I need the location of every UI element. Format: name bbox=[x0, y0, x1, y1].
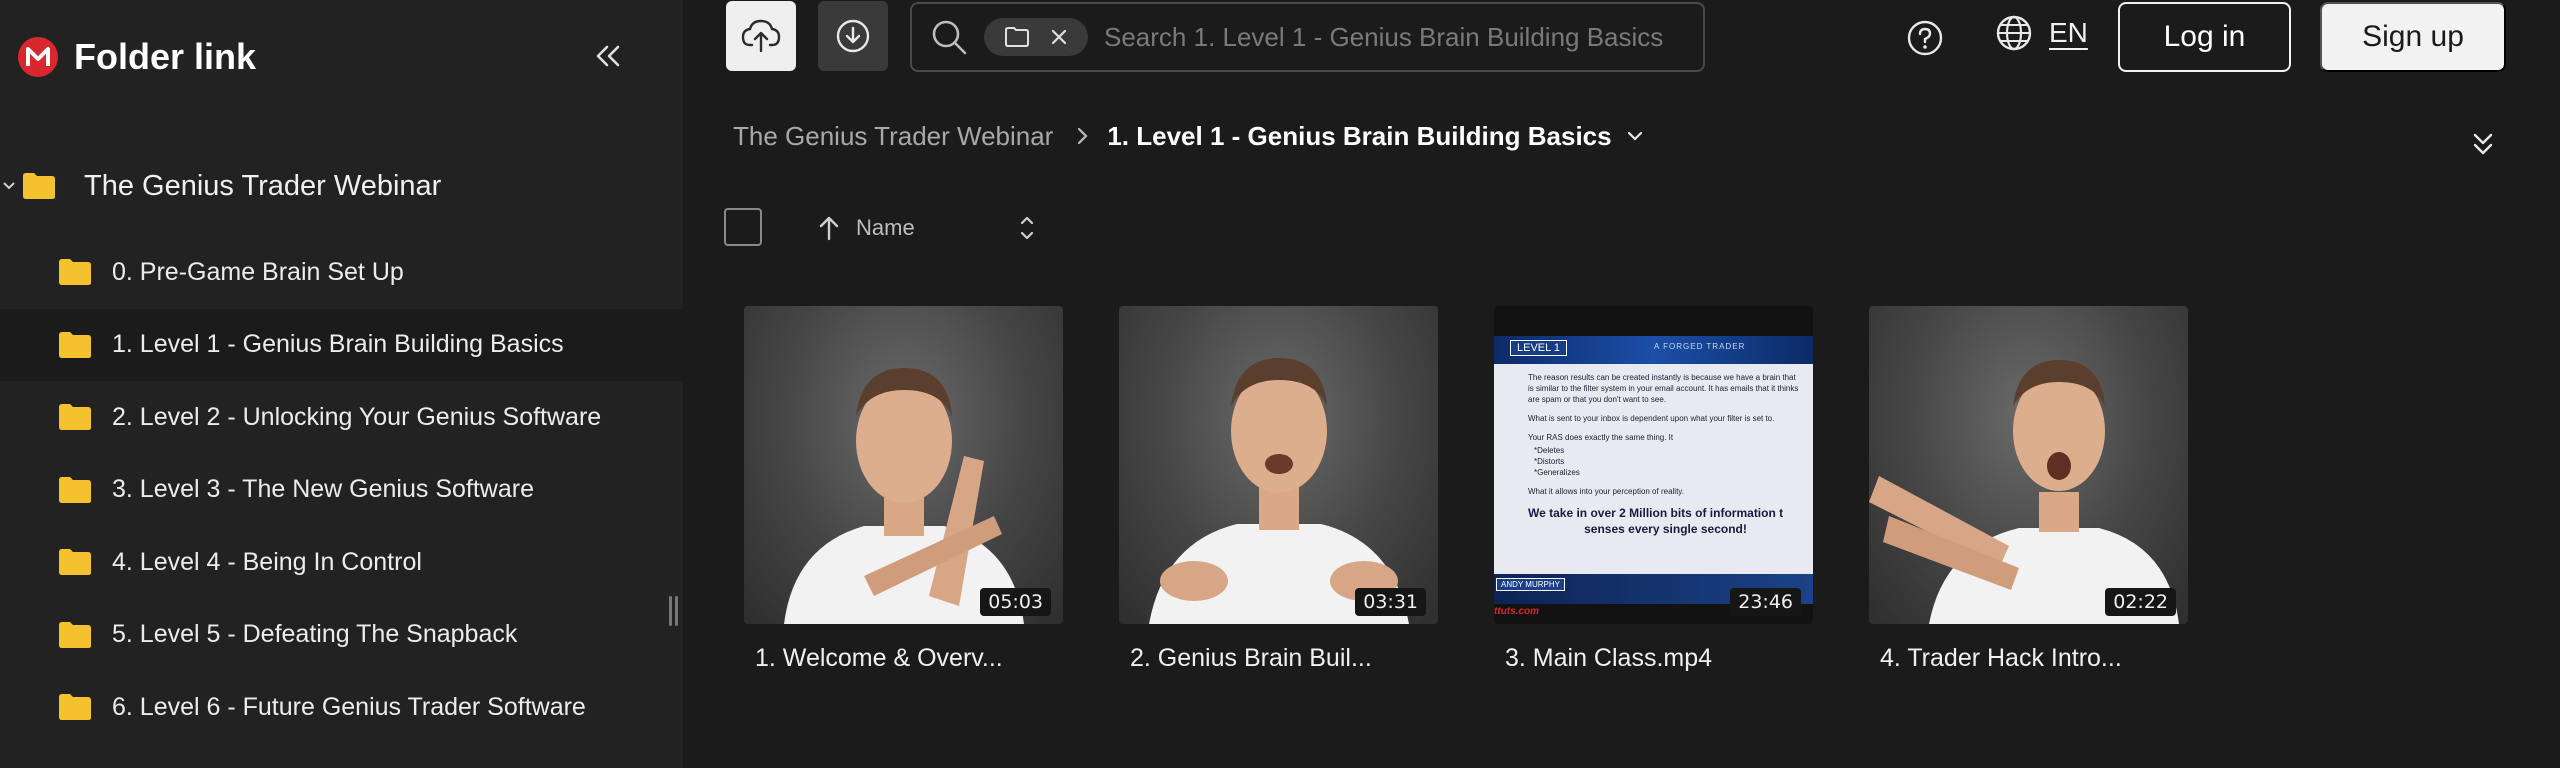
search-icon bbox=[932, 20, 967, 55]
help-icon bbox=[1907, 20, 1943, 56]
file-grid: 05:03 1. Welcome & Overv... 03:31 2. Gen… bbox=[744, 306, 2188, 673]
slide-text: What is sent to your inbox is dependent … bbox=[1528, 414, 1775, 423]
search-box[interactable]: Search 1. Level 1 - Genius Brain Buildin… bbox=[910, 2, 1705, 72]
breadcrumb-current[interactable]: 1. Level 1 - Genius Brain Building Basic… bbox=[1107, 121, 1611, 152]
sidebar-item-5[interactable]: 5. Level 5 - Defeating The Snapback bbox=[0, 599, 683, 672]
file-name: 2. Genius Brain Buil... bbox=[1130, 644, 1372, 672]
folder-icon bbox=[59, 404, 91, 431]
app: Folder link The Genius Trader Webinar 0.… bbox=[0, 0, 2560, 768]
download-button[interactable] bbox=[818, 1, 888, 71]
close-icon[interactable] bbox=[1049, 27, 1069, 47]
slide-brand: A FORGED TRADER bbox=[1654, 342, 1746, 351]
sidebar-item-2[interactable]: 2. Level 2 - Unlocking Your Genius Softw… bbox=[0, 381, 683, 454]
help-button[interactable] bbox=[1905, 18, 1945, 58]
brand-name: Folder link bbox=[74, 36, 257, 77]
video-thumbnail[interactable]: LEVEL 1 A FORGED TRADER The reason resul… bbox=[1494, 306, 1813, 624]
sidebar-item-label: 4. Level 4 - Being In Control bbox=[112, 547, 422, 576]
folder-icon bbox=[59, 621, 91, 648]
upload-button[interactable] bbox=[726, 1, 796, 71]
sidebar-item-label: 1. Level 1 - Genius Brain Building Basic… bbox=[112, 330, 564, 359]
sidebar-item-label: 0. Pre-Game Brain Set Up bbox=[112, 257, 404, 286]
presenter-image bbox=[1149, 358, 1409, 624]
video-thumbnail[interactable]: 05:03 bbox=[744, 306, 1063, 624]
presenter-image bbox=[1869, 360, 2179, 624]
chevron-right-icon bbox=[1077, 126, 1089, 146]
file-card[interactable]: LEVEL 1 A FORGED TRADER The reason resul… bbox=[1494, 306, 1813, 673]
sidebar-item-label: 3. Level 3 - The New Genius Software bbox=[112, 475, 534, 504]
slide-body: The reason results can be created instan… bbox=[1494, 364, 1813, 574]
mega-logo-icon bbox=[18, 37, 58, 77]
file-card[interactable]: 02:22 4. Trader Hack Intro... bbox=[1869, 306, 2188, 673]
signup-button[interactable]: Sign up bbox=[2320, 2, 2506, 72]
video-duration: 03:31 bbox=[1355, 588, 1426, 616]
sort-toggle-icon[interactable] bbox=[1016, 212, 1038, 244]
globe-icon bbox=[1996, 15, 2032, 51]
search-input[interactable]: Search 1. Level 1 - Genius Brain Buildin… bbox=[1104, 22, 1663, 53]
folder-outline-icon bbox=[1004, 27, 1029, 47]
collapse-sidebar-button[interactable] bbox=[588, 36, 628, 76]
slide-highlight: We take in over 2 Million bits of inform… bbox=[1528, 506, 1784, 520]
sort-label: Name bbox=[856, 215, 915, 240]
search-scope-chip[interactable] bbox=[984, 18, 1088, 56]
video-duration: 02:22 bbox=[2105, 588, 2176, 616]
sidebar-item-label: 5. Level 5 - Defeating The Snapback bbox=[112, 620, 518, 649]
slide-presenter: ANDY MURPHY bbox=[1496, 578, 1565, 591]
sidebar-root-folder[interactable]: The Genius Trader Webinar bbox=[0, 160, 441, 212]
brand[interactable]: Folder link bbox=[18, 36, 256, 78]
file-name: 1. Welcome & Overv... bbox=[755, 644, 1003, 672]
video-duration: 05:03 bbox=[980, 588, 1051, 616]
sidebar-item-3[interactable]: 3. Level 3 - The New Genius Software bbox=[0, 454, 683, 527]
video-thumbnail[interactable]: 03:31 bbox=[1119, 306, 1438, 624]
sort-by-name[interactable]: Name bbox=[818, 210, 915, 246]
presenter-image bbox=[784, 368, 1024, 624]
chevron-down-icon[interactable] bbox=[1626, 130, 1644, 142]
sidebar: Folder link The Genius Trader Webinar 0.… bbox=[0, 0, 683, 768]
language-selector[interactable]: EN bbox=[1995, 14, 2088, 52]
folder-icon bbox=[59, 331, 91, 358]
slide-watermark: ttuts.com bbox=[1494, 606, 1539, 617]
slide-highlight: senses every single second! bbox=[1584, 522, 1747, 536]
folder-icon bbox=[23, 173, 55, 199]
language-code: EN bbox=[2049, 17, 2088, 48]
breadcrumb: The Genius Trader Webinar 1. Level 1 - G… bbox=[733, 116, 1644, 156]
slide-text: Your RAS does exactly the same thing. It bbox=[1528, 433, 1674, 442]
sidebar-root-label: The Genius Trader Webinar bbox=[84, 169, 442, 202]
sidebar-item-4[interactable]: 4. Level 4 - Being In Control bbox=[0, 526, 683, 599]
double-chevron-down-icon[interactable] bbox=[2466, 124, 2500, 164]
file-name: 4. Trader Hack Intro... bbox=[1880, 644, 2122, 672]
sidebar-item-1[interactable]: 1. Level 1 - Genius Brain Building Basic… bbox=[0, 308, 683, 381]
slide-bullet: *Distorts bbox=[1534, 457, 1565, 466]
sidebar-item-0[interactable]: 0. Pre-Game Brain Set Up bbox=[0, 236, 683, 309]
sidebar-resize-handle[interactable] bbox=[669, 596, 679, 626]
sidebar-item-label: 6. Level 6 - Future Genius Trader Softwa… bbox=[112, 692, 586, 721]
slide-text: The reason results can be created instan… bbox=[1528, 373, 1799, 404]
sidebar-folder-list: 0. Pre-Game Brain Set Up 1. Level 1 - Ge… bbox=[0, 236, 683, 744]
breadcrumb-parent[interactable]: The Genius Trader Webinar bbox=[733, 121, 1053, 152]
folder-icon bbox=[59, 259, 91, 286]
folder-icon bbox=[59, 549, 91, 576]
slide-bullet: *Generalizes bbox=[1534, 468, 1580, 477]
slide-bullet: *Deletes bbox=[1534, 446, 1565, 455]
login-button[interactable]: Log in bbox=[2118, 2, 2291, 72]
file-card[interactable]: 03:31 2. Genius Brain Buil... bbox=[1119, 306, 1438, 673]
file-name: 3. Main Class.mp4 bbox=[1505, 644, 1713, 672]
folder-icon bbox=[59, 476, 91, 503]
double-chevron-left-icon bbox=[596, 45, 620, 67]
download-icon bbox=[836, 19, 870, 53]
chevron-down-icon[interactable] bbox=[0, 177, 18, 195]
sidebar-item-label: 2. Level 2 - Unlocking Your Genius Softw… bbox=[112, 402, 602, 431]
arrow-up-icon bbox=[819, 216, 839, 241]
folder-icon bbox=[59, 694, 91, 721]
file-card[interactable]: 05:03 1. Welcome & Overv... bbox=[744, 306, 1063, 673]
cloud-upload-icon bbox=[741, 19, 781, 53]
select-all-checkbox[interactable] bbox=[724, 208, 762, 246]
slide-text: What it allows into your perception of r… bbox=[1528, 487, 1684, 496]
slide-level: LEVEL 1 bbox=[1510, 340, 1568, 356]
sidebar-item-6[interactable]: 6. Level 6 - Future Genius Trader Softwa… bbox=[0, 671, 683, 744]
video-duration: 23:46 bbox=[1730, 588, 1801, 616]
video-thumbnail[interactable]: 02:22 bbox=[1869, 306, 2188, 624]
